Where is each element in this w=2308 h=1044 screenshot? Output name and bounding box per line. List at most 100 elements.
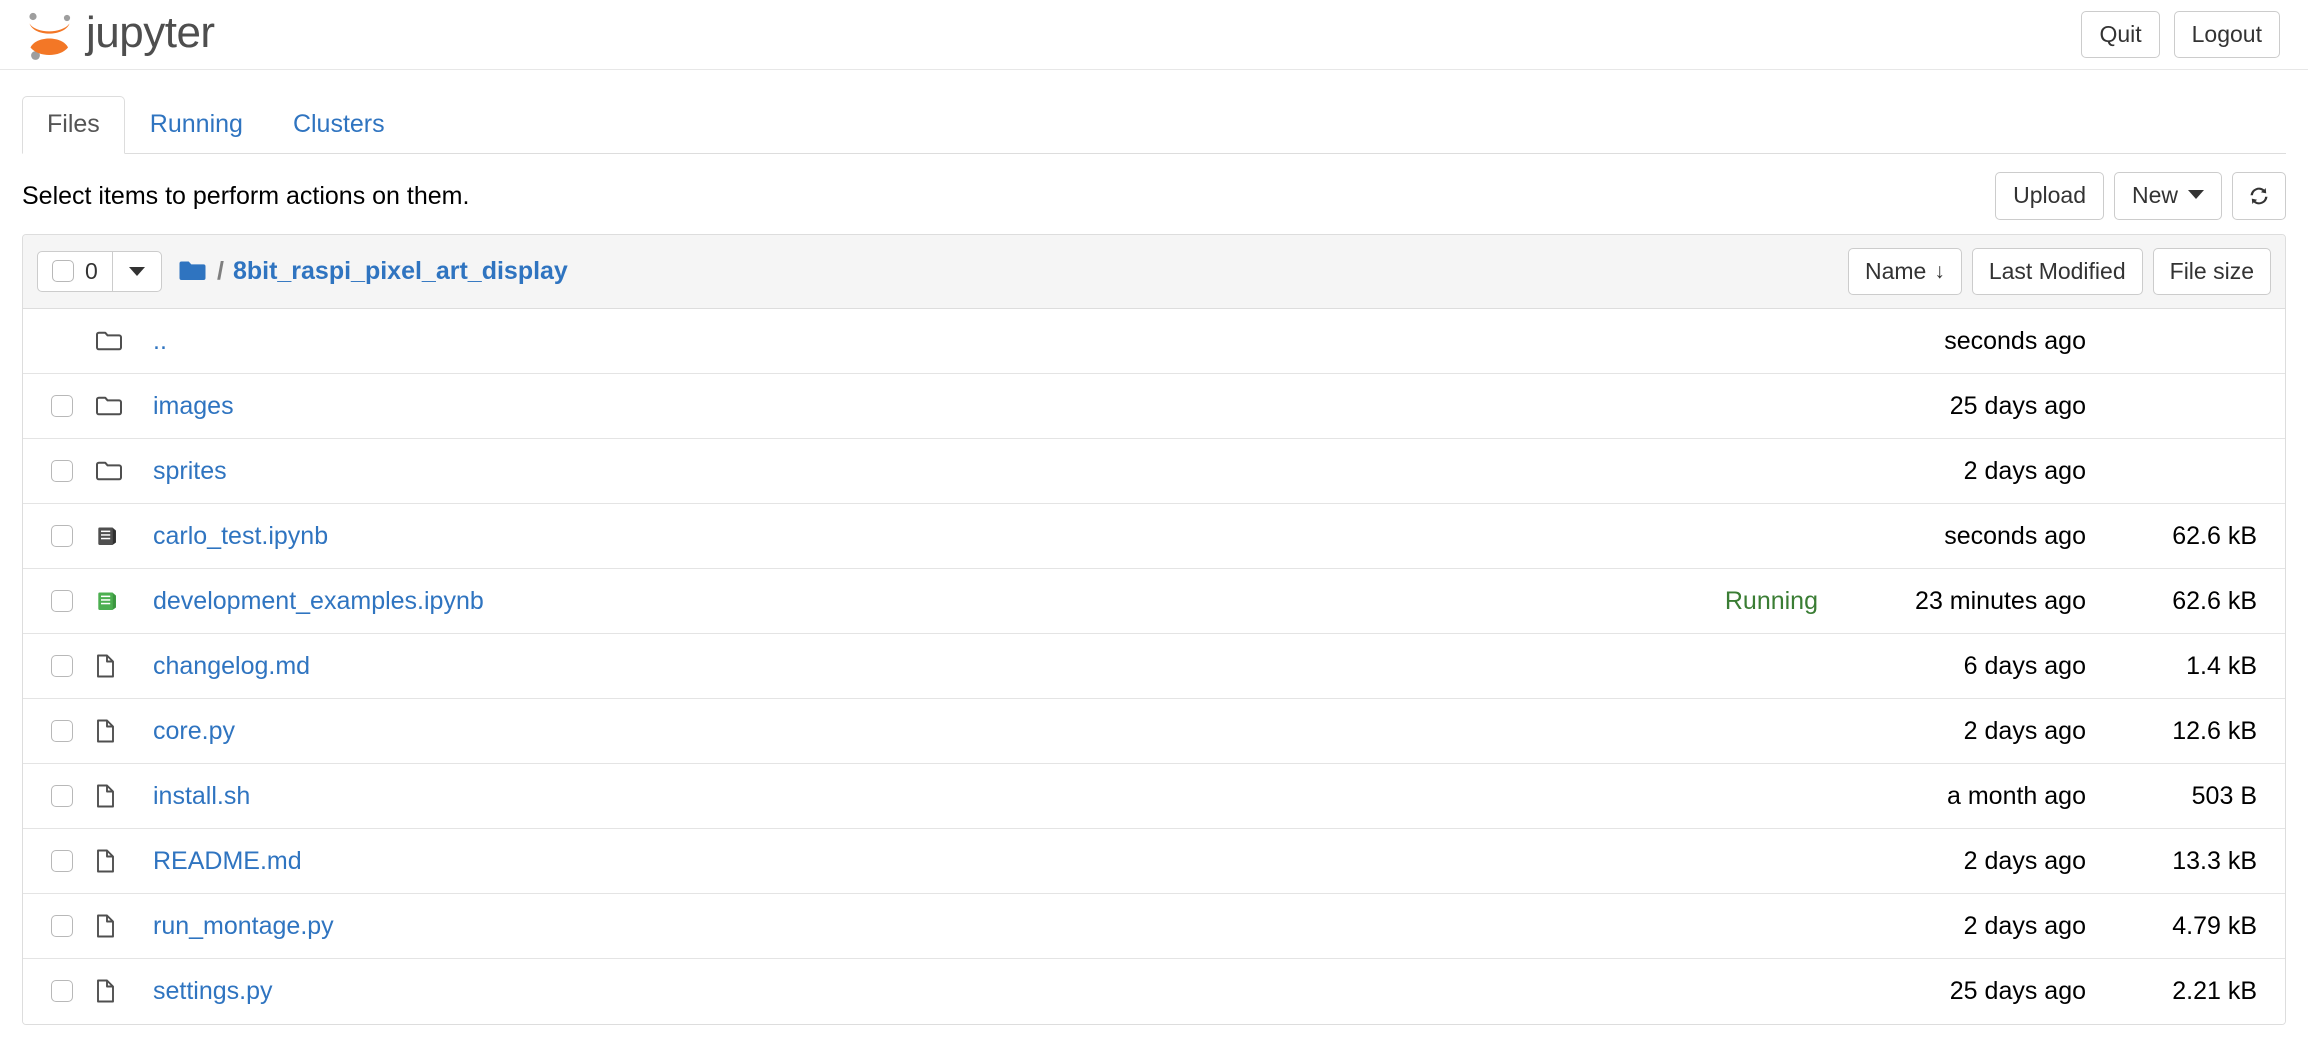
- row-size: 13.3 kB: [2172, 846, 2257, 875]
- table-row[interactable]: run_montage.py 2 days ago 4.79 kB: [23, 893, 2285, 959]
- row-size: 62.6 kB: [2172, 586, 2257, 615]
- row-modified: 2 days ago: [1963, 716, 2086, 745]
- row-name-cell: changelog.md: [139, 651, 1818, 681]
- file-link[interactable]: sprites: [153, 456, 227, 486]
- table-row[interactable]: core.py 2 days ago 12.6 kB: [23, 698, 2285, 764]
- row-checkbox[interactable]: [51, 980, 73, 1003]
- breadcrumb-separator: /: [217, 256, 224, 285]
- breadcrumb-left: 0 / 8bit_raspi_pixel_art_display: [37, 250, 568, 292]
- row-checkbox-cell[interactable]: [37, 784, 95, 807]
- row-size: 62.6 kB: [2172, 521, 2257, 550]
- row-modified: 25 days ago: [1949, 391, 2086, 420]
- brand-title: jupyter: [86, 7, 215, 57]
- row-modified: seconds ago: [1944, 521, 2086, 550]
- file-link[interactable]: images: [153, 391, 234, 421]
- table-row[interactable]: images 25 days ago: [23, 373, 2285, 439]
- row-checkbox[interactable]: [51, 524, 73, 547]
- row-name-cell: settings.py: [139, 976, 1818, 1006]
- row-name-cell: carlo_test.ipynb: [139, 521, 1818, 551]
- row-checkbox-cell[interactable]: [37, 719, 95, 742]
- folder-icon: [95, 329, 139, 353]
- row-checkbox[interactable]: [51, 589, 73, 612]
- brand[interactable]: jupyter: [22, 7, 215, 63]
- tab-clusters[interactable]: Clusters: [268, 96, 410, 154]
- row-modified: 2 days ago: [1963, 456, 2086, 485]
- select-all-button[interactable]: 0: [38, 251, 113, 291]
- upload-button[interactable]: Upload: [1995, 172, 2104, 220]
- status-badge: Running: [1724, 586, 1818, 615]
- row-checkbox[interactable]: [51, 394, 73, 417]
- file-link[interactable]: README.md: [153, 846, 302, 876]
- row-size: 4.79 kB: [2172, 911, 2257, 940]
- table-row[interactable]: changelog.md 6 days ago 1.4 kB: [23, 633, 2285, 699]
- checkbox-unchecked-icon[interactable]: [52, 260, 74, 283]
- file-list-container: 0 / 8bit_raspi_pixel_art_display Name ↓ …: [0, 233, 2308, 1025]
- notebook-icon: [95, 524, 139, 548]
- folder-filled-icon[interactable]: [178, 259, 208, 283]
- table-row[interactable]: carlo_test.ipynb seconds ago 62.6 kB: [23, 503, 2285, 569]
- row-modified: 6 days ago: [1963, 651, 2086, 680]
- row-checkbox-cell[interactable]: [37, 980, 95, 1003]
- tab-running[interactable]: Running: [125, 96, 268, 154]
- quit-button[interactable]: Quit: [2081, 10, 2160, 59]
- tabs-container: Files Running Clusters: [0, 70, 2308, 154]
- row-checkbox-cell[interactable]: [37, 394, 95, 417]
- row-name-cell: run_montage.py: [139, 911, 1818, 941]
- row-checkbox[interactable]: [51, 914, 73, 937]
- row-name-cell: images: [139, 391, 1818, 421]
- selected-count: 0: [85, 257, 98, 284]
- chevron-down-icon: [2188, 190, 2204, 200]
- notebook-running-icon: [95, 589, 139, 613]
- sort-by-file-size-button[interactable]: File size: [2152, 247, 2271, 295]
- breadcrumb: / 8bit_raspi_pixel_art_display: [178, 257, 568, 286]
- table-row[interactable]: .. seconds ago: [23, 308, 2285, 374]
- sort-by-name-button[interactable]: Name ↓: [1847, 247, 1962, 295]
- tab-files[interactable]: Files: [22, 95, 125, 154]
- row-checkbox-cell[interactable]: [37, 459, 95, 482]
- row-size: 12.6 kB: [2172, 716, 2257, 745]
- select-all-group[interactable]: 0: [37, 250, 162, 292]
- table-row[interactable]: install.sh a month ago 503 B: [23, 763, 2285, 829]
- row-size: 2.21 kB: [2172, 977, 2257, 1006]
- file-link[interactable]: ..: [153, 326, 167, 356]
- file-link[interactable]: install.sh: [153, 781, 250, 811]
- new-dropdown-button[interactable]: New: [2113, 172, 2222, 220]
- row-checkbox-cell[interactable]: [37, 524, 95, 547]
- row-checkbox[interactable]: [51, 719, 73, 742]
- row-size: 1.4 kB: [2186, 651, 2257, 680]
- file-icon: [95, 718, 139, 744]
- row-checkbox-cell[interactable]: [37, 589, 95, 612]
- table-row[interactable]: README.md 2 days ago 13.3 kB: [23, 828, 2285, 894]
- file-icon: [95, 653, 139, 679]
- row-modified: 2 days ago: [1963, 911, 2086, 940]
- row-name-cell: install.sh: [139, 781, 1818, 811]
- row-checkbox[interactable]: [51, 849, 73, 872]
- file-link[interactable]: carlo_test.ipynb: [153, 521, 328, 551]
- action-bar: Select items to perform actions on them.…: [0, 154, 2308, 234]
- refresh-button[interactable]: [2232, 172, 2286, 220]
- row-size: 503 B: [2191, 781, 2257, 810]
- logout-button[interactable]: Logout: [2173, 10, 2280, 59]
- row-checkbox-cell[interactable]: [37, 654, 95, 677]
- file-icon: [95, 783, 139, 809]
- breadcrumb-current-path[interactable]: 8bit_raspi_pixel_art_display: [233, 257, 568, 286]
- file-link[interactable]: development_examples.ipynb: [153, 586, 484, 616]
- row-checkbox[interactable]: [51, 784, 73, 807]
- file-link[interactable]: core.py: [153, 716, 235, 746]
- file-link[interactable]: settings.py: [153, 976, 273, 1006]
- row-name-cell: development_examples.ipynb: [139, 586, 1725, 616]
- table-row[interactable]: development_examples.ipynb Running 23 mi…: [23, 568, 2285, 634]
- row-checkbox-cell[interactable]: [37, 849, 95, 872]
- sort-by-last-modified-button[interactable]: Last Modified: [1971, 247, 2143, 295]
- table-row[interactable]: settings.py 25 days ago 2.21 kB: [23, 958, 2285, 1024]
- file-link[interactable]: changelog.md: [153, 651, 310, 681]
- select-all-dropdown-button[interactable]: [113, 252, 161, 291]
- row-checkbox-cell[interactable]: [37, 914, 95, 937]
- table-row[interactable]: sprites 2 days ago: [23, 438, 2285, 504]
- row-name-cell: ..: [139, 326, 1818, 356]
- row-checkbox[interactable]: [51, 459, 73, 482]
- row-checkbox[interactable]: [51, 654, 73, 677]
- refresh-icon: [2247, 184, 2271, 208]
- new-dropdown-label: New: [2131, 182, 2178, 208]
- file-link[interactable]: run_montage.py: [153, 911, 334, 941]
